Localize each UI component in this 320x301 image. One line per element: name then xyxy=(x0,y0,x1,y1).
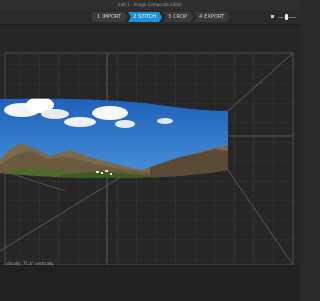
step-label: IMPORT xyxy=(102,14,122,20)
zoom-slider[interactable] xyxy=(278,13,296,21)
window-title: Irati 1 - Image Composite Editor xyxy=(0,0,300,10)
status-text: ...rtically, 71.4° vertically. xyxy=(3,261,55,266)
step-number: 3 xyxy=(168,14,172,20)
workflow-step-bar: 1 IMPORT 2 STITCH 3 CROP 4 EXPORT xyxy=(0,10,300,25)
zoom-out-icon[interactable] xyxy=(271,15,274,18)
step-stitch[interactable]: 2 STITCH xyxy=(128,12,162,22)
zoom-slider-handle[interactable] xyxy=(285,14,288,20)
step-export[interactable]: 4 EXPORT xyxy=(194,12,230,22)
workflow-steps: 1 IMPORT 2 STITCH 3 CROP 4 EXPORT xyxy=(92,12,231,22)
step-label: EXPORT xyxy=(204,14,224,20)
panorama-preview xyxy=(0,52,294,265)
status-bar: ...rtically, 71.4° vertically. xyxy=(0,261,300,301)
step-crop[interactable]: 3 CROP xyxy=(163,12,193,22)
step-label: STITCH xyxy=(138,14,156,20)
step-number: 1 xyxy=(97,14,101,20)
step-number: 2 xyxy=(133,14,137,20)
step-label: CROP xyxy=(173,14,188,20)
step-import[interactable]: 1 IMPORT xyxy=(92,12,127,22)
stitch-canvas[interactable] xyxy=(0,25,300,265)
step-number: 4 xyxy=(199,14,203,20)
